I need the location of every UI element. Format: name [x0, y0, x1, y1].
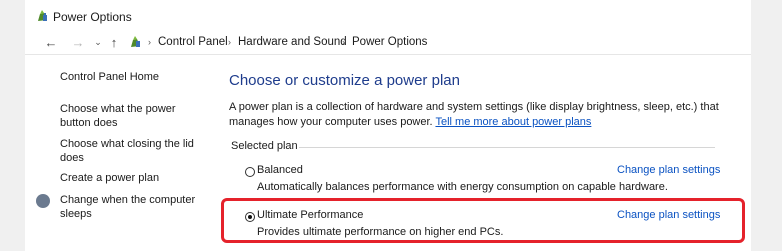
sidebar-item-label: Choose what closing the lid — [60, 138, 194, 150]
breadcrumb-separator-icon: › — [228, 37, 231, 47]
description-text-end: manages how your computer uses power. — [229, 116, 433, 128]
sidebar-item-control-panel-home[interactable]: Control Panel Home — [60, 70, 159, 84]
sidebar-item-label: button does — [60, 117, 118, 129]
sidebar-item-power-button[interactable]: Choose what the power button does — [60, 102, 176, 130]
balanced-radio-button[interactable] — [245, 167, 255, 177]
page-title: Choose or customize a power plan — [229, 72, 460, 89]
sidebar-item-closing-lid[interactable]: Choose what closing the lid does — [60, 137, 194, 165]
address-bar: ← → ⌄ ↑ › Control Panel › Hardware and S… — [25, 32, 751, 55]
window-title: Power Options — [53, 10, 132, 24]
sidebar-item-label: Choose what the power — [60, 103, 176, 115]
plan-name-balanced[interactable]: Balanced — [257, 164, 303, 176]
breadcrumb-separator-icon: › — [342, 37, 345, 47]
highlight-annotation-box — [221, 198, 745, 243]
divider — [299, 147, 715, 148]
sidebar-item-change-sleep[interactable]: Change when the computer sleeps — [60, 193, 195, 221]
breadcrumb-hardware-and-sound[interactable]: Hardware and Sound — [238, 36, 347, 48]
up-arrow-icon[interactable]: ↑ — [106, 34, 122, 50]
back-arrow-icon[interactable]: ← — [43, 34, 59, 50]
description-text: manages how your computer uses power. Te… — [229, 115, 591, 130]
shield-moon-icon — [36, 194, 50, 208]
forward-arrow-icon[interactable]: → — [70, 34, 86, 50]
breadcrumb-control-panel[interactable]: Control Panel — [158, 36, 228, 48]
title-bar: Power Options — [25, 0, 751, 30]
recent-locations-icon[interactable]: ⌄ — [90, 34, 106, 50]
breadcrumb-separator-icon: › — [148, 37, 151, 47]
control-panel-icon — [131, 36, 140, 47]
breadcrumb-power-options[interactable]: Power Options — [352, 36, 427, 48]
sidebar-item-label: Change when the computer — [60, 194, 196, 206]
sidebar-item-label: does — [60, 152, 84, 164]
tell-me-more-link[interactable]: Tell me more about power plans — [435, 116, 591, 128]
sidebar-item-create-power-plan[interactable]: Create a power plan — [60, 171, 159, 185]
sidebar-item-label: sleeps — [60, 208, 92, 220]
power-options-window: Power Options ← → ⌄ ↑ › Control Panel › … — [25, 0, 751, 251]
description-text: A power plan is a collection of hardware… — [229, 101, 719, 113]
power-options-icon — [38, 10, 47, 21]
selected-plan-label: Selected plan — [231, 140, 298, 152]
plan-description-balanced: Automatically balances performance with … — [257, 181, 668, 193]
change-plan-settings-balanced-link[interactable]: Change plan settings — [617, 164, 720, 176]
